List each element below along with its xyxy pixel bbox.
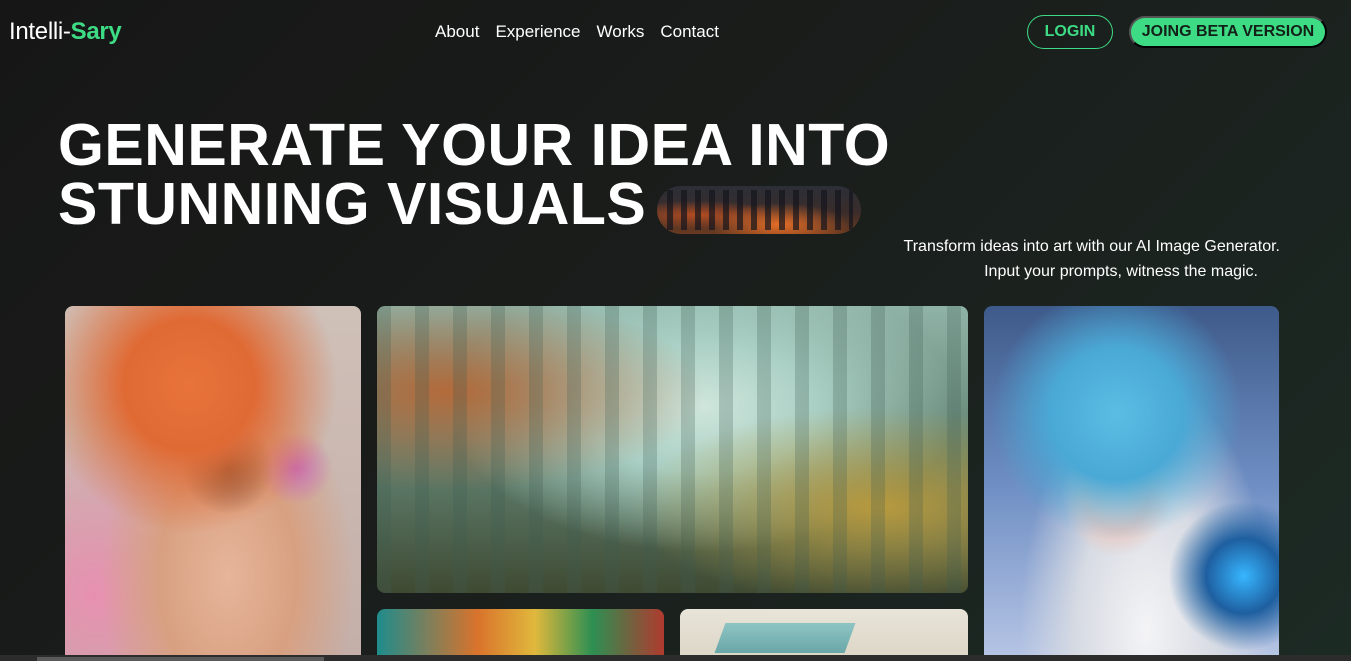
hero-pill-image xyxy=(657,186,861,234)
logo-accent: Sary xyxy=(70,18,122,45)
hero-subtitle-line-1: Transform ideas into art with our AI Ima… xyxy=(903,238,1280,255)
nav-about[interactable]: About xyxy=(435,22,479,42)
hero-subtitle-line-2: Input your prompts, witness the magic. xyxy=(984,263,1258,280)
nav-contact[interactable]: Contact xyxy=(660,22,719,42)
nav-works[interactable]: Works xyxy=(597,22,645,42)
horizontal-scrollbar[interactable] xyxy=(0,655,1351,661)
main-nav: About Experience Works Contact xyxy=(435,22,719,42)
logo-prefix: Intelli- xyxy=(9,18,71,45)
site-header: Intelli-Sary About Experience Works Cont… xyxy=(0,0,1351,64)
gallery-image-sketch-illustration[interactable] xyxy=(680,609,968,661)
hero-title-line-1: GENERATE YOUR IDEA INTO xyxy=(58,112,891,178)
login-button[interactable]: LOGIN xyxy=(1027,15,1113,49)
logo[interactable]: Intelli-Sary xyxy=(9,18,122,46)
nav-experience[interactable]: Experience xyxy=(495,22,580,42)
join-beta-button[interactable]: JOING BETA VERSION xyxy=(1129,16,1327,48)
scrollbar-thumb[interactable] xyxy=(37,657,324,661)
hero-subtitle: Transform ideas into art with our AI Ima… xyxy=(860,234,1280,284)
gallery-image-ruined-city-landscape[interactable] xyxy=(377,306,968,593)
gallery-image-anime-robot-girl[interactable] xyxy=(984,306,1279,661)
gallery-image-colorful-feathers[interactable] xyxy=(377,609,664,661)
gallery-image-steampunk-portrait[interactable] xyxy=(65,306,361,661)
